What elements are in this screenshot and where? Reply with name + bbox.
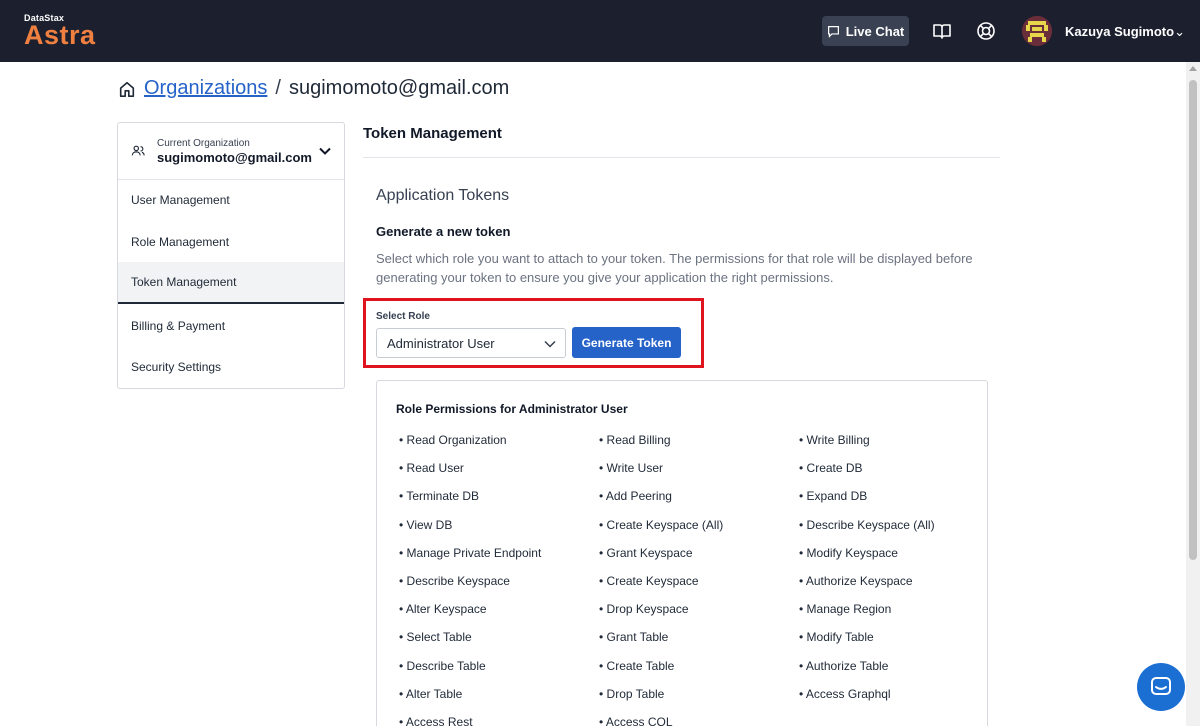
divider (363, 157, 1000, 158)
user-menu[interactable]: Kazuya Sugimoto⌄ (1065, 24, 1185, 40)
generate-token-description: Select which role you want to attach to … (376, 251, 973, 285)
permission-item: • Describe Table (399, 658, 486, 673)
role-select-value: Administrator User (387, 335, 495, 351)
permission-item: • Describe Keyspace (All) (799, 517, 935, 532)
page-scrollbar[interactable] (1186, 62, 1200, 726)
scroll-thumb[interactable] (1189, 80, 1197, 560)
top-navbar: DataStax Astra Live Chat Kazuya Sugimoto… (0, 0, 1200, 62)
permission-item: • Create Table (599, 658, 675, 673)
generate-token-button[interactable]: Generate Token (572, 327, 681, 358)
role-select[interactable]: Administrator User (376, 328, 566, 358)
logo-product-text: Astra (24, 20, 96, 50)
permission-item: • Alter Table (399, 686, 463, 701)
org-label: Current Organization (157, 138, 250, 149)
role-permissions-panel: Role Permissions for Administrator User … (376, 380, 988, 726)
user-name: Kazuya Sugimoto (1065, 24, 1175, 39)
page-title: Token Management (363, 125, 502, 142)
permission-item: • Read Billing (599, 433, 671, 447)
messenger-button[interactable] (1137, 663, 1185, 711)
permission-item: • Modify Table (799, 630, 874, 645)
users-icon (131, 145, 145, 156)
permission-item: • Alter Keyspace (399, 602, 487, 617)
permission-item: • Create Keyspace (All) (599, 517, 724, 532)
pixel-avatar-icon (1022, 16, 1052, 46)
book-icon[interactable] (932, 21, 952, 41)
permission-item: • Access Rest (399, 715, 473, 726)
chevron-down-icon (544, 340, 556, 348)
permission-item: • Create Keyspace (599, 574, 699, 588)
sidebar-item-security-settings[interactable]: Security Settings (118, 346, 344, 388)
sidebar-item-billing-payment[interactable]: Billing & Payment (118, 305, 344, 347)
permission-item: • Manage Private Endpoint (399, 545, 542, 560)
chevron-down-icon (319, 147, 331, 155)
permission-item: • Read Organization (399, 433, 507, 447)
breadcrumb-current: sugimomoto@gmail.com (288, 77, 510, 99)
live-chat-button[interactable]: Live Chat (822, 16, 909, 46)
messenger-icon (1151, 677, 1171, 695)
breadcrumb-separator: / (275, 77, 281, 99)
permission-item: • Drop Table (599, 686, 665, 701)
permission-item: • Select Table (399, 630, 472, 645)
sidebar-item-role-management[interactable]: Role Management (118, 221, 344, 263)
permission-item: • Authorize Keyspace (799, 574, 913, 588)
permissions-heading: Role Permissions for Administrator User (396, 402, 628, 416)
breadcrumb-organizations-link[interactable]: Organizations (144, 77, 267, 100)
permission-item: • Drop Keyspace (599, 602, 689, 617)
permission-item: • Access Graphql (799, 686, 891, 701)
permission-item: • Grant Table (599, 630, 669, 645)
permission-item: • Terminate DB (399, 489, 480, 504)
permission-item: • View DB (399, 517, 453, 532)
scroll-up-icon[interactable] (1189, 66, 1197, 71)
live-chat-label: Live Chat (845, 23, 905, 39)
permission-item: • Create DB (799, 461, 863, 476)
section-title: Application Tokens (376, 187, 510, 204)
permission-item: • Read User (399, 461, 464, 476)
lifebuoy-icon[interactable] (976, 21, 996, 41)
avatar[interactable] (1022, 16, 1052, 46)
sidebar-item-token-management[interactable]: Token Management (118, 262, 344, 304)
permission-item: • Write Billing (799, 433, 870, 447)
permission-item: • Modify Keyspace (799, 545, 898, 560)
permission-item: • Grant Keyspace (599, 545, 693, 560)
permission-item: • Write User (599, 461, 663, 476)
permission-item: • Describe Keyspace (399, 574, 510, 588)
sidebar-item-user-management[interactable]: User Management (118, 179, 344, 221)
org-value: sugimomoto@gmail.com (157, 150, 312, 165)
select-role-label: Select Role (376, 311, 430, 322)
permission-item: • Manage Region (799, 602, 892, 617)
chat-icon (827, 25, 839, 38)
generate-token-heading: Generate a new token (376, 224, 511, 239)
astra-logo[interactable]: DataStax Astra (24, 13, 96, 50)
permission-item: • Authorize Table (799, 658, 889, 673)
breadcrumb: Organizations / sugimomoto@gmail.com (118, 77, 509, 100)
chevron-down-icon: ⌄ (1174, 24, 1185, 39)
permission-item: • Add Peering (599, 489, 672, 504)
home-icon[interactable] (118, 80, 136, 98)
org-switcher[interactable]: Current Organization sugimomoto@gmail.co… (118, 123, 344, 180)
permission-item: • Expand DB (799, 489, 868, 504)
settings-sidebar: Current Organization sugimomoto@gmail.co… (117, 122, 345, 389)
permission-item: • Access CQL (599, 715, 673, 726)
